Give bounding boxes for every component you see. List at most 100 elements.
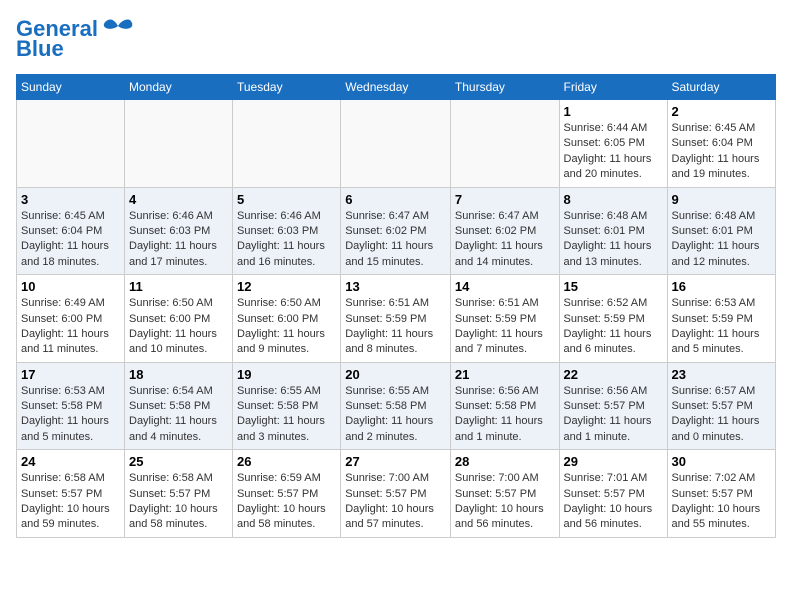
weekday-header-friday: Friday xyxy=(559,75,667,100)
day-info: Sunrise: 6:45 AM Sunset: 6:04 PM Dayligh… xyxy=(21,209,120,271)
day-number: 10 xyxy=(21,279,120,294)
day-info: Sunrise: 7:02 AM Sunset: 5:57 PM Dayligh… xyxy=(672,471,772,533)
weekday-header-tuesday: Tuesday xyxy=(233,75,341,100)
day-number: 17 xyxy=(21,367,120,382)
weekday-header-row: SundayMondayTuesdayWednesdayThursdayFrid… xyxy=(17,75,776,100)
calendar-cell: 27 Sunrise: 7:00 AM Sunset: 5:57 PM Dayli… xyxy=(341,450,451,538)
calendar-cell: 15Sunrise: 6:52 AM Sunset: 5:59 PM Dayli… xyxy=(559,275,667,363)
day-info: Sunrise: 6:54 AM Sunset: 5:58 PM Dayligh… xyxy=(129,384,228,446)
calendar-week-4: 17 Sunrise: 6:53 AM Sunset: 5:58 PM Dayli… xyxy=(17,362,776,450)
day-info: Sunrise: 6:58 AM Sunset: 5:57 PM Dayligh… xyxy=(21,471,120,533)
day-info: Sunrise: 6:55 AM Sunset: 5:58 PM Dayligh… xyxy=(237,384,336,446)
calendar-week-3: 10 Sunrise: 6:49 AM Sunset: 6:00 PM Dayli… xyxy=(17,275,776,363)
day-info: Sunrise: 7:00 AM Sunset: 5:57 PM Dayligh… xyxy=(345,471,446,533)
day-info: Sunrise: 7:00 AM Sunset: 5:57 PM Dayligh… xyxy=(455,471,555,533)
calendar-cell: 7 Sunrise: 6:47 AM Sunset: 6:02 PM Daylig… xyxy=(450,187,559,275)
calendar-table: SundayMondayTuesdayWednesdayThursdayFrid… xyxy=(16,74,776,538)
weekday-header-saturday: Saturday xyxy=(667,75,776,100)
day-number: 7 xyxy=(455,192,555,207)
calendar-cell: 24 Sunrise: 6:58 AM Sunset: 5:57 PM Dayli… xyxy=(17,450,125,538)
calendar-cell: 12 Sunrise: 6:50 AM Sunset: 6:00 PM Dayli… xyxy=(233,275,341,363)
day-info: Sunrise: 6:45 AM Sunset: 6:04 PM Dayligh… xyxy=(672,121,772,183)
day-info: Sunrise: 6:48 AM Sunset: 6:01 PM Dayligh… xyxy=(672,209,772,271)
calendar-cell: 13 Sunrise: 6:51 AM Sunset: 5:59 PM Dayli… xyxy=(341,275,451,363)
calendar-cell: 1 Sunrise: 6:44 AM Sunset: 6:05 PM Daylig… xyxy=(559,100,667,188)
weekday-header-monday: Monday xyxy=(125,75,233,100)
day-info: Sunrise: 6:56 AM Sunset: 5:57 PM Dayligh… xyxy=(564,384,663,446)
calendar-cell: 6 Sunrise: 6:47 AM Sunset: 6:02 PM Daylig… xyxy=(341,187,451,275)
weekday-header-sunday: Sunday xyxy=(17,75,125,100)
day-number: 27 xyxy=(345,454,446,469)
calendar-cell: 26Sunrise: 6:59 AM Sunset: 5:57 PM Dayli… xyxy=(233,450,341,538)
calendar-week-2: 3 Sunrise: 6:45 AM Sunset: 6:04 PM Daylig… xyxy=(17,187,776,275)
calendar-cell: 21Sunrise: 6:56 AM Sunset: 5:58 PM Dayli… xyxy=(450,362,559,450)
calendar-cell xyxy=(233,100,341,188)
day-info: Sunrise: 6:44 AM Sunset: 6:05 PM Dayligh… xyxy=(564,121,663,183)
day-info: Sunrise: 6:50 AM Sunset: 6:00 PM Dayligh… xyxy=(129,296,228,358)
day-number: 13 xyxy=(345,279,446,294)
calendar-cell: 10 Sunrise: 6:49 AM Sunset: 6:00 PM Dayli… xyxy=(17,275,125,363)
weekday-header-thursday: Thursday xyxy=(450,75,559,100)
logo-subtext: Blue xyxy=(16,36,64,62)
day-info: Sunrise: 6:46 AM Sunset: 6:03 PM Dayligh… xyxy=(129,209,228,271)
day-info: Sunrise: 6:51 AM Sunset: 5:59 PM Dayligh… xyxy=(345,296,446,358)
day-number: 6 xyxy=(345,192,446,207)
calendar-cell: 16 Sunrise: 6:53 AM Sunset: 5:59 PM Dayli… xyxy=(667,275,776,363)
day-number: 19 xyxy=(237,367,336,382)
day-info: Sunrise: 6:58 AM Sunset: 5:57 PM Dayligh… xyxy=(129,471,228,533)
day-number: 12 xyxy=(237,279,336,294)
day-number: 30 xyxy=(672,454,772,469)
calendar-cell: 5 Sunrise: 6:46 AM Sunset: 6:03 PM Daylig… xyxy=(233,187,341,275)
day-number: 14 xyxy=(455,279,555,294)
day-number: 2 xyxy=(672,104,772,119)
calendar-cell xyxy=(450,100,559,188)
day-info: Sunrise: 6:51 AM Sunset: 5:59 PM Dayligh… xyxy=(455,296,555,358)
calendar-cell xyxy=(125,100,233,188)
day-info: Sunrise: 6:49 AM Sunset: 6:00 PM Dayligh… xyxy=(21,296,120,358)
calendar-cell xyxy=(341,100,451,188)
calendar-cell: 28 Sunrise: 7:00 AM Sunset: 5:57 PM Dayli… xyxy=(450,450,559,538)
day-number: 25 xyxy=(129,454,228,469)
calendar-cell: 25 Sunrise: 6:58 AM Sunset: 5:57 PM Dayli… xyxy=(125,450,233,538)
day-number: 20 xyxy=(345,367,446,382)
day-number: 16 xyxy=(672,279,772,294)
day-number: 11 xyxy=(129,279,228,294)
day-number: 23 xyxy=(672,367,772,382)
day-number: 8 xyxy=(564,192,663,207)
calendar-cell: 17 Sunrise: 6:53 AM Sunset: 5:58 PM Dayli… xyxy=(17,362,125,450)
calendar-cell: 9 Sunrise: 6:48 AM Sunset: 6:01 PM Daylig… xyxy=(667,187,776,275)
calendar-cell: 18Sunrise: 6:54 AM Sunset: 5:58 PM Dayli… xyxy=(125,362,233,450)
day-number: 28 xyxy=(455,454,555,469)
day-number: 5 xyxy=(237,192,336,207)
calendar-cell: 14 Sunrise: 6:51 AM Sunset: 5:59 PM Dayli… xyxy=(450,275,559,363)
day-info: Sunrise: 6:57 AM Sunset: 5:57 PM Dayligh… xyxy=(672,384,772,446)
calendar-cell: 8 Sunrise: 6:48 AM Sunset: 6:01 PM Daylig… xyxy=(559,187,667,275)
page-header: General Blue xyxy=(16,16,776,62)
calendar-cell: 30 Sunrise: 7:02 AM Sunset: 5:57 PM Dayli… xyxy=(667,450,776,538)
day-number: 3 xyxy=(21,192,120,207)
calendar-cell: 22 Sunrise: 6:56 AM Sunset: 5:57 PM Dayli… xyxy=(559,362,667,450)
day-info: Sunrise: 6:50 AM Sunset: 6:00 PM Dayligh… xyxy=(237,296,336,358)
day-number: 21 xyxy=(455,367,555,382)
day-number: 9 xyxy=(672,192,772,207)
day-info: Sunrise: 6:48 AM Sunset: 6:01 PM Dayligh… xyxy=(564,209,663,271)
day-info: Sunrise: 6:53 AM Sunset: 5:58 PM Dayligh… xyxy=(21,384,120,446)
calendar-cell: 3 Sunrise: 6:45 AM Sunset: 6:04 PM Daylig… xyxy=(17,187,125,275)
calendar-week-5: 24 Sunrise: 6:58 AM Sunset: 5:57 PM Dayli… xyxy=(17,450,776,538)
day-info: Sunrise: 6:47 AM Sunset: 6:02 PM Dayligh… xyxy=(455,209,555,271)
day-info: Sunrise: 7:01 AM Sunset: 5:57 PM Dayligh… xyxy=(564,471,663,533)
calendar-cell: 2 Sunrise: 6:45 AM Sunset: 6:04 PM Daylig… xyxy=(667,100,776,188)
day-info: Sunrise: 6:59 AM Sunset: 5:57 PM Dayligh… xyxy=(237,471,336,533)
day-number: 22 xyxy=(564,367,663,382)
day-info: Sunrise: 6:53 AM Sunset: 5:59 PM Dayligh… xyxy=(672,296,772,358)
day-number: 1 xyxy=(564,104,663,119)
day-number: 4 xyxy=(129,192,228,207)
calendar-week-1: 1 Sunrise: 6:44 AM Sunset: 6:05 PM Daylig… xyxy=(17,100,776,188)
day-info: Sunrise: 6:47 AM Sunset: 6:02 PM Dayligh… xyxy=(345,209,446,271)
day-info: Sunrise: 6:46 AM Sunset: 6:03 PM Dayligh… xyxy=(237,209,336,271)
calendar-cell: 20Sunrise: 6:55 AM Sunset: 5:58 PM Dayli… xyxy=(341,362,451,450)
calendar-cell: 23 Sunrise: 6:57 AM Sunset: 5:57 PM Dayli… xyxy=(667,362,776,450)
calendar-cell: 29Sunrise: 7:01 AM Sunset: 5:57 PM Dayli… xyxy=(559,450,667,538)
day-number: 24 xyxy=(21,454,120,469)
day-number: 15 xyxy=(564,279,663,294)
